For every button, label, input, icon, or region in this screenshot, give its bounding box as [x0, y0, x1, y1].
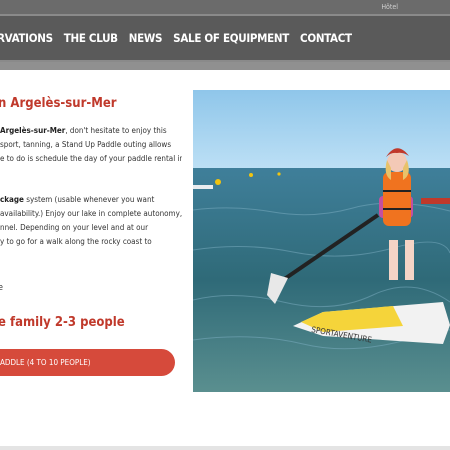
intro-location-bold: Argelès-sur-Mer	[0, 126, 66, 135]
nav-item-reservations[interactable]: RVATIONS	[0, 31, 53, 45]
nav-subbar	[0, 62, 450, 70]
nav-list: RVATIONS THE CLUB NEWS SALE OF EQUIPMENT…	[0, 16, 363, 60]
intro-line-1-rest: , don't hesitate to enjoy this	[65, 126, 167, 135]
paddle-photo: SPORTAVENTURE	[193, 90, 450, 392]
package-paragraph: ckage system (usable whenever you want a…	[0, 193, 182, 249]
intro-paragraph: Argelès-sur-Mer, don't hesitate to enjoy…	[0, 124, 182, 166]
package-line-3: nnel. Depending on your level and at our	[0, 223, 149, 232]
truncated-text: e	[0, 283, 3, 293]
intro-line-1: Argelès-sur-Mer, don't hesitate to enjoy…	[0, 124, 182, 138]
package-line-4: y to go for a walk along the rocky coast…	[0, 237, 152, 246]
main-navigation: RVATIONS THE CLUB NEWS SALE OF EQUIPMENT…	[0, 14, 450, 62]
book-paddle-button[interactable]: ADDLE (4 TO 10 PEOPLE)	[0, 349, 175, 376]
nav-item-sale-of-equipment[interactable]: SALE OF EQUIPMENT	[173, 31, 289, 45]
package-line-1-rest: system (usable whenever you want	[23, 195, 155, 204]
nav-item-news[interactable]: NEWS	[129, 31, 163, 45]
section-subtitle: e family 2-3 people	[0, 315, 125, 330]
package-line-1: ckage system (usable whenever you want	[0, 193, 182, 207]
footer-line	[0, 446, 450, 450]
intro-line-3: e to do is schedule the day of your padd…	[0, 154, 182, 163]
nav-item-contact[interactable]: CONTACT	[300, 31, 352, 45]
top-strip: Hôtel	[0, 0, 450, 14]
language-label[interactable]: Hôtel	[381, 3, 398, 11]
package-bold: ckage	[0, 195, 24, 204]
package-line-2: availability.) Enjoy our lake in complet…	[0, 209, 182, 218]
page-title: n Argelès-sur-Mer	[0, 96, 117, 111]
nav-item-the-club[interactable]: THE CLUB	[64, 31, 118, 45]
intro-line-2: sport, tanning, a Stand Up Paddle outing…	[0, 140, 172, 149]
